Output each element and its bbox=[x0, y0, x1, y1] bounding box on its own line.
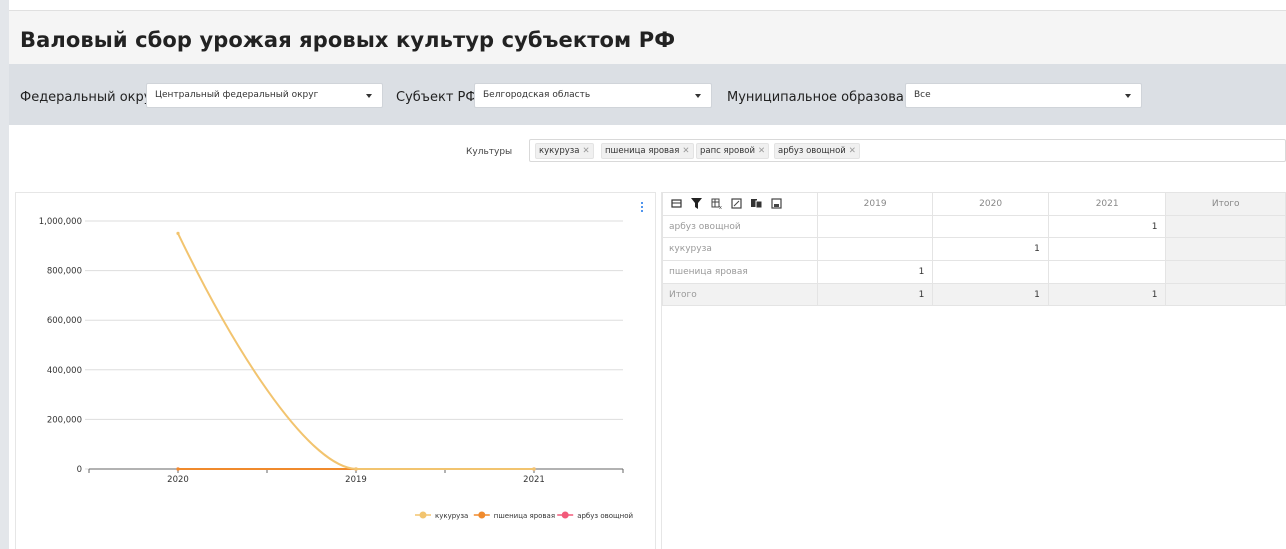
copy-icon[interactable] bbox=[751, 198, 763, 209]
municipality-label: Муниципальное образование bbox=[727, 90, 929, 105]
table-cell bbox=[1165, 214, 1286, 239]
table-total-row: Итого 1 1 1 bbox=[662, 282, 1286, 307]
table-cell bbox=[932, 214, 1049, 239]
table-cell: 1 bbox=[932, 237, 1049, 262]
y-tick-label: 800,000 bbox=[47, 267, 82, 277]
left-edge bbox=[0, 0, 9, 549]
legend-marker bbox=[561, 511, 569, 519]
municipality-value: Все bbox=[914, 90, 931, 100]
pivot-toolbar: x bbox=[662, 192, 818, 216]
x-tick-label: 2021 bbox=[523, 475, 545, 485]
data-point[interactable] bbox=[532, 467, 536, 471]
data-point[interactable] bbox=[176, 231, 180, 235]
chevron-down-icon bbox=[695, 94, 701, 98]
culture-tag[interactable]: рапс яровой ✕ bbox=[696, 143, 770, 159]
column-header-total[interactable]: Итого bbox=[1165, 192, 1286, 216]
format-icon[interactable]: x bbox=[711, 198, 722, 211]
table-cell bbox=[1165, 260, 1286, 284]
y-tick-label: 1,000,000 bbox=[39, 217, 82, 227]
pivot-header-row: x 2019 2020 2021 Итого bbox=[662, 192, 1286, 216]
pivot-panel: x 2019 2020 2021 Итого арбуз овощной 1 к… bbox=[661, 192, 1286, 549]
svg-text:x: x bbox=[719, 205, 722, 209]
tag-label: рапс яровой bbox=[700, 146, 755, 156]
y-tick-label: 400,000 bbox=[47, 366, 82, 376]
pivot-table: x 2019 2020 2021 Итого арбуз овощной 1 к… bbox=[662, 192, 1286, 307]
table-row: арбуз овощной 1 bbox=[662, 214, 1286, 239]
series-line-0 bbox=[177, 232, 534, 470]
table-cell: 1 bbox=[1047, 214, 1167, 239]
row-label-total[interactable]: Итого bbox=[662, 282, 818, 307]
x-tick-label: 2019 bbox=[345, 475, 367, 485]
table-row: пшеница яровая 1 bbox=[662, 260, 1286, 284]
culture-tag[interactable]: арбуз овощной ✕ bbox=[774, 143, 860, 159]
table-row: кукуруза 1 bbox=[662, 237, 1286, 262]
legend-label[interactable]: арбуз овощной bbox=[577, 512, 633, 520]
y-tick-label: 200,000 bbox=[47, 415, 82, 425]
save-icon[interactable] bbox=[771, 198, 782, 209]
column-header[interactable]: 2019 bbox=[816, 192, 934, 216]
table-cell bbox=[1165, 282, 1286, 307]
legend-label[interactable]: кукуруза bbox=[435, 512, 468, 520]
filter-icon[interactable] bbox=[691, 198, 702, 210]
data-point[interactable] bbox=[176, 467, 180, 471]
table-cell bbox=[932, 260, 1049, 284]
chevron-down-icon bbox=[1125, 94, 1131, 98]
row-label[interactable]: арбуз овощной bbox=[662, 214, 818, 239]
y-tick-label: 600,000 bbox=[47, 316, 82, 326]
table-cell bbox=[1165, 237, 1286, 262]
close-icon[interactable]: ✕ bbox=[758, 146, 765, 156]
table-cell: 1 bbox=[1047, 282, 1167, 307]
municipality-select[interactable]: Все bbox=[905, 83, 1142, 108]
table-cell: 1 bbox=[816, 260, 934, 284]
table-cell bbox=[1047, 260, 1167, 284]
legend-marker bbox=[419, 511, 427, 519]
page: Валовый сбор урожая яровых культур субъе… bbox=[9, 0, 1286, 549]
table-cell bbox=[816, 237, 934, 262]
table-cell: 1 bbox=[816, 282, 934, 307]
data-point[interactable] bbox=[354, 467, 358, 471]
table-cell bbox=[816, 214, 934, 239]
close-icon[interactable]: ✕ bbox=[849, 146, 856, 156]
table-cell bbox=[1047, 237, 1167, 262]
export-icon[interactable] bbox=[731, 198, 742, 209]
legend-label[interactable]: пшеница яровая bbox=[494, 512, 555, 520]
row-label[interactable]: пшеница яровая bbox=[662, 260, 818, 284]
column-header[interactable]: 2021 bbox=[1047, 192, 1167, 216]
column-header[interactable]: 2020 bbox=[932, 192, 1049, 216]
x-tick-label: 2020 bbox=[167, 475, 189, 485]
row-label[interactable]: кукуруза bbox=[662, 237, 818, 262]
close-icon[interactable]: ✕ bbox=[682, 146, 689, 156]
table-cell: 1 bbox=[932, 282, 1049, 307]
legend-marker bbox=[478, 511, 486, 519]
tag-label: арбуз овощной bbox=[778, 146, 846, 156]
line-chart: 1,000,000 800,000 600,000 400,000 200,000 0 20… bbox=[39, 217, 633, 520]
fields-icon[interactable] bbox=[671, 198, 682, 209]
y-tick-label: 0 bbox=[77, 465, 82, 475]
